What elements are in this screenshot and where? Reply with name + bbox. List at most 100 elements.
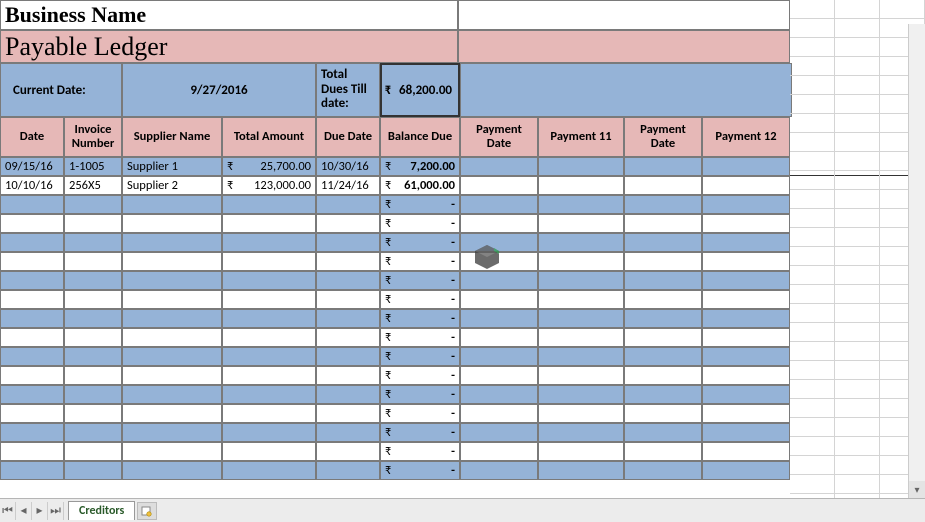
cell-payment-12[interactable] [702,290,790,309]
cell-due-date[interactable] [316,366,380,385]
spreadsheet-area[interactable]: Business Name Payable Ledger Current Dat… [0,0,925,480]
cell-payment-12[interactable] [702,309,790,328]
cell-due-date[interactable] [316,214,380,233]
cell-payment-date-2[interactable] [624,404,702,423]
cell-payment-11[interactable] [538,157,624,176]
cell-payment-11[interactable] [538,461,624,480]
cell-payment-date-2[interactable] [624,233,702,252]
cell-due-date[interactable] [316,271,380,290]
cell-balance-due[interactable]: ₹- [380,271,460,290]
cell-balance-due[interactable]: ₹- [380,461,460,480]
cell-payment-date[interactable] [460,385,538,404]
cell-payment-12[interactable] [702,461,790,480]
total-dues-label[interactable]: Total Dues Till date: [316,63,380,117]
cell-total-amount[interactable] [222,271,316,290]
cell-date[interactable] [0,385,64,404]
cell-payment-date[interactable] [460,309,538,328]
cell-total-amount[interactable] [222,347,316,366]
cell-balance-due[interactable]: ₹7,200.00 [380,157,460,176]
cell-payment-date[interactable] [460,404,538,423]
cell-supplier[interactable]: Supplier 1 [122,157,222,176]
cell-balance-due[interactable]: ₹- [380,309,460,328]
cell-supplier[interactable] [122,423,222,442]
cell-payment-11[interactable] [538,214,624,233]
cell-date[interactable] [0,366,64,385]
cell-balance-due[interactable]: ₹- [380,233,460,252]
cell-due-date[interactable] [316,309,380,328]
cell-payment-11[interactable] [538,404,624,423]
cell-balance-due[interactable]: ₹- [380,423,460,442]
cell-payment-date[interactable] [460,195,538,214]
cell-total-amount[interactable] [222,404,316,423]
cell-invoice[interactable] [64,347,122,366]
cell-total-amount[interactable] [222,328,316,347]
cell-supplier[interactable] [122,195,222,214]
new-sheet-button[interactable] [137,502,157,520]
cell-payment-11[interactable] [538,271,624,290]
cell-payment-date[interactable] [460,366,538,385]
cell-due-date[interactable] [316,233,380,252]
current-date-label[interactable]: Current Date: [0,63,122,117]
cell-payment-date[interactable] [460,157,538,176]
cell-balance-due[interactable]: ₹- [380,385,460,404]
cell-payment-date[interactable] [460,290,538,309]
cell-balance-due[interactable]: ₹- [380,195,460,214]
cell-date[interactable] [0,309,64,328]
cell-invoice[interactable] [64,366,122,385]
cell-due-date[interactable] [316,290,380,309]
cell-supplier[interactable] [122,366,222,385]
blank-cell[interactable] [460,63,792,117]
header-total-amount[interactable]: Total Amount [222,117,316,157]
cell-payment-12[interactable] [702,271,790,290]
cell-payment-date[interactable] [460,423,538,442]
sheet-tab-creditors[interactable]: Creditors [68,501,135,520]
cell-payment-date-2[interactable] [624,366,702,385]
cell-payment-date-2[interactable] [624,290,702,309]
header-payment-date-2[interactable]: Payment Date [624,117,702,157]
cell-invoice[interactable] [64,195,122,214]
cell-total-amount[interactable] [222,385,316,404]
cell-total-amount[interactable] [222,442,316,461]
cell-payment-date-2[interactable] [624,176,702,195]
cell-supplier[interactable] [122,328,222,347]
header-supplier[interactable]: Supplier Name [122,117,222,157]
cell-due-date[interactable]: 11/24/16 [316,176,380,195]
cell-balance-due[interactable]: ₹- [380,442,460,461]
cell-supplier[interactable] [122,290,222,309]
cell-payment-11[interactable] [538,385,624,404]
header-payment-11[interactable]: Payment 11 [538,117,624,157]
cell-invoice[interactable] [64,442,122,461]
cell-date[interactable] [0,461,64,480]
cell-invoice[interactable] [64,252,122,271]
cell-payment-date-2[interactable] [624,461,702,480]
cell-payment-11[interactable] [538,252,624,271]
cell-due-date[interactable] [316,347,380,366]
cell-invoice[interactable] [64,423,122,442]
cell-due-date[interactable] [316,404,380,423]
cell-payment-11[interactable] [538,328,624,347]
cell-invoice[interactable] [64,328,122,347]
ledger-title-cell[interactable]: Payable Ledger [0,30,458,63]
cell-invoice[interactable]: 256X5 [64,176,122,195]
cell-payment-12[interactable] [702,385,790,404]
cell-payment-12[interactable] [702,404,790,423]
cell-date[interactable]: 09/15/16 [0,157,64,176]
blank-cell[interactable] [458,0,790,30]
total-dues-value[interactable]: ₹ 68,200.00 [380,63,460,117]
cell-supplier[interactable] [122,385,222,404]
cell-payment-date-2[interactable] [624,214,702,233]
cell-payment-date[interactable] [460,328,538,347]
cell-invoice[interactable] [64,404,122,423]
header-payment-date[interactable]: Payment Date [460,117,538,157]
cell-payment-12[interactable] [702,423,790,442]
cell-payment-11[interactable] [538,176,624,195]
scroll-down-arrow-icon[interactable]: ▾ [909,481,925,498]
cell-payment-12[interactable] [702,347,790,366]
cell-payment-date[interactable] [460,214,538,233]
cell-date[interactable] [0,442,64,461]
cell-total-amount[interactable] [222,309,316,328]
cell-payment-date-2[interactable] [624,252,702,271]
cell-payment-date[interactable] [460,347,538,366]
cell-payment-11[interactable] [538,195,624,214]
cell-invoice[interactable] [64,309,122,328]
